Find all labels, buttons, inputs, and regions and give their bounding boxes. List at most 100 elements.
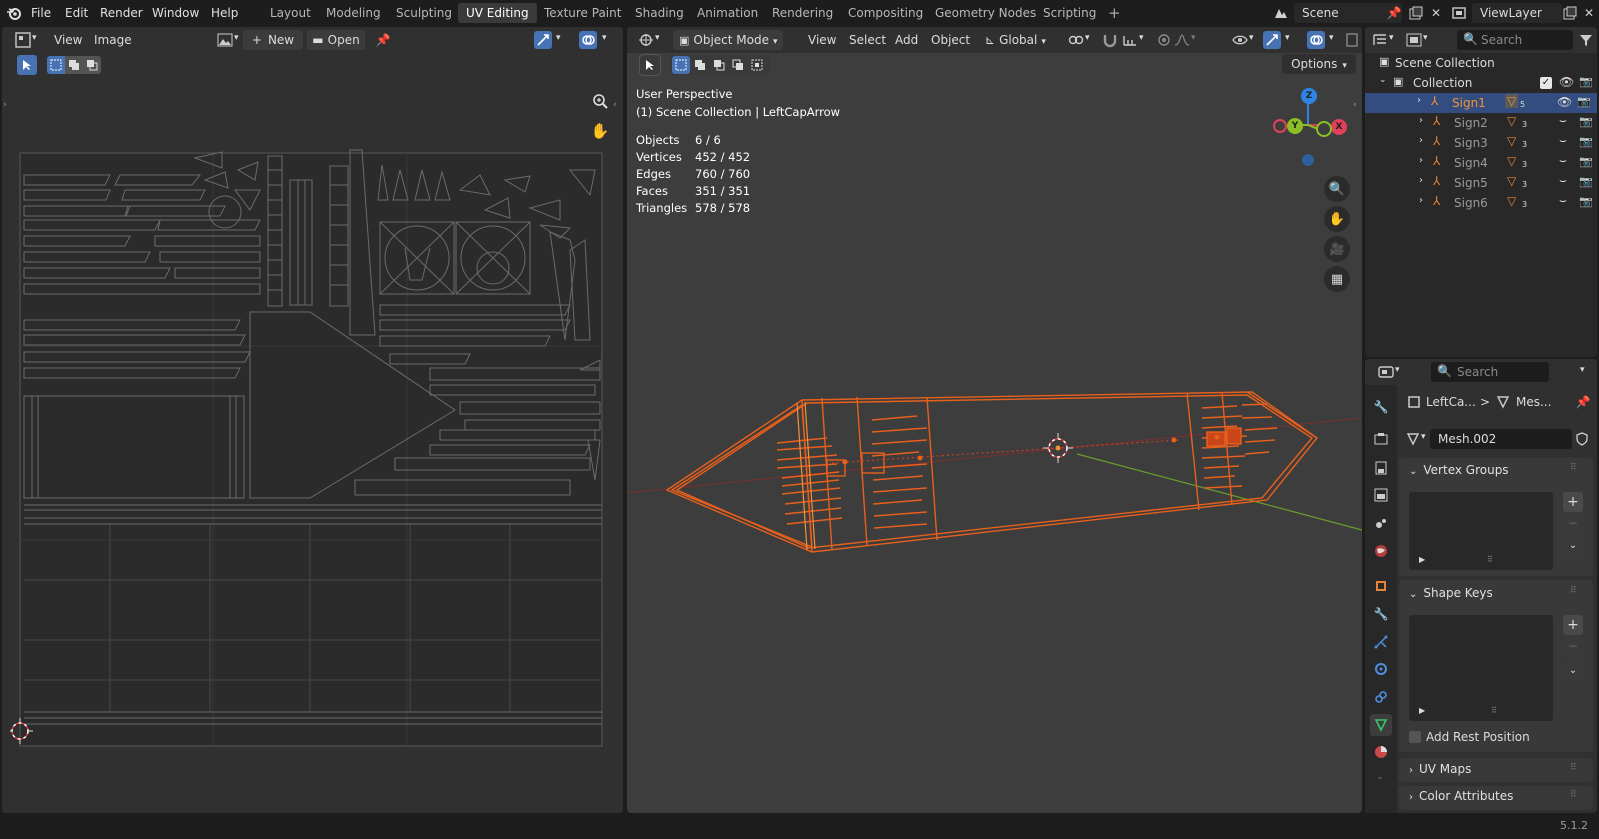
image-browse-dropdown-icon[interactable]: ▾: [234, 33, 239, 43]
properties-options-dropdown-icon[interactable]: ▾: [1580, 365, 1585, 375]
output-tab-icon[interactable]: [1372, 459, 1390, 477]
add-shape-key-button[interactable]: +: [1563, 615, 1583, 635]
menu-window[interactable]: Window: [152, 4, 199, 22]
object-hidden-icon[interactable]: ⌣: [1559, 193, 1567, 208]
visibility-icon[interactable]: [1231, 31, 1249, 49]
tab-scripting[interactable]: Scripting: [1035, 3, 1104, 23]
viewport-overlay-dropdown-icon[interactable]: ▾: [1329, 33, 1334, 43]
tab-uv-editing[interactable]: UV Editing: [458, 3, 537, 23]
select-mode-subtract-icon[interactable]: [83, 56, 101, 74]
viewport-select-tool-icon[interactable]: [639, 54, 661, 76]
delete-viewlayer-icon[interactable]: ✕: [1580, 4, 1598, 22]
outliner-editor-type-icon[interactable]: [1371, 31, 1389, 49]
uv-sync-selection-icon[interactable]: [534, 31, 552, 49]
outliner-editor-dropdown-icon[interactable]: ▾: [1389, 33, 1394, 43]
new-image-button[interactable]: + New: [243, 30, 303, 50]
breadcrumb-mesh-name[interactable]: Mes...: [1516, 395, 1551, 409]
object-hidden-icon[interactable]: ⌣: [1559, 133, 1567, 148]
gizmo-z-axis[interactable]: Z: [1301, 88, 1317, 104]
object-camera-icon[interactable]: 📷: [1579, 115, 1593, 128]
object-hidden-icon[interactable]: ⌣: [1559, 173, 1567, 188]
collection-eye-icon[interactable]: 👁: [1559, 75, 1574, 89]
viewport-editor-type-icon[interactable]: [637, 31, 655, 49]
object-expand-icon[interactable]: ›: [1419, 115, 1423, 126]
snap-icon[interactable]: [1101, 31, 1119, 49]
tab-animation[interactable]: Animation: [689, 3, 766, 23]
outliner-scene-collection-row[interactable]: ▣ Scene Collection: [1367, 53, 1599, 73]
open-image-button[interactable]: ▬ Open: [307, 30, 365, 50]
viewlayer-icon[interactable]: [1450, 4, 1468, 22]
outliner-collection-row[interactable]: ⌄ ▣ Collection ✓ 👁 📷: [1367, 73, 1599, 93]
outliner-object-row[interactable]: › ⅄ Sign3 ▽ 3 ⌣ 📷: [1367, 133, 1599, 153]
tab-geometry-nodes[interactable]: Geometry Nodes: [927, 3, 1044, 23]
uv-maps-drag-handle-icon[interactable]: ⠿: [1570, 763, 1577, 773]
editor-type-icon[interactable]: [14, 31, 32, 49]
object-expand-icon[interactable]: ›: [1419, 155, 1423, 166]
gizmo-y-axis[interactable]: Y: [1287, 118, 1303, 134]
collection-camera-icon[interactable]: 📷: [1579, 75, 1593, 88]
world-tab-icon[interactable]: [1372, 542, 1390, 560]
object-camera-icon[interactable]: 📷: [1579, 155, 1593, 168]
object-expand-icon[interactable]: ›: [1419, 135, 1423, 146]
viewport-menu-object[interactable]: Object: [931, 33, 970, 47]
uv-zoom-icon[interactable]: [591, 92, 609, 110]
new-scene-icon[interactable]: [1407, 4, 1425, 22]
display-mode-dropdown-icon[interactable]: ▾: [1423, 33, 1428, 43]
select-mode-extend-icon[interactable]: [65, 56, 83, 74]
vertex-groups-drag-handle-icon[interactable]: ⠿: [1570, 463, 1577, 473]
select-tool-icon[interactable]: [17, 55, 37, 75]
overlay-dropdown-icon[interactable]: ▾: [602, 33, 607, 43]
tab-sculpting[interactable]: Sculpting: [388, 3, 460, 23]
snap-target-icon[interactable]: [1121, 31, 1139, 49]
outliner-object-row[interactable]: › ⅄ Sign4 ▽ 3 ⌣ 📷: [1367, 153, 1599, 173]
fake-user-shield-icon[interactable]: [1573, 430, 1591, 448]
uv-layout-canvas[interactable]: [10, 140, 610, 760]
tool-tab-icon[interactable]: 🔧: [1372, 398, 1390, 416]
viewlayer-selector[interactable]: ViewLayer: [1472, 3, 1562, 23]
pin-image-icon[interactable]: 📌: [374, 31, 392, 49]
editor-type-dropdown-icon[interactable]: ▾: [32, 33, 37, 43]
properties-tabs-scroll-icon[interactable]: ⌄: [1376, 772, 1384, 782]
outliner-object-row[interactable]: › ⅄ Sign1 ▽ 5 👁 📷: [1365, 93, 1597, 113]
proportional-edit-icon[interactable]: [1155, 31, 1173, 49]
viewport-pan-button[interactable]: ✋: [1324, 206, 1350, 232]
properties-editor-dropdown-icon[interactable]: ▾: [1395, 365, 1400, 375]
visibility-dropdown-icon[interactable]: ▾: [1249, 33, 1254, 43]
viewport-menu-add[interactable]: Add: [895, 33, 918, 47]
uv-menu-image[interactable]: Image: [94, 33, 132, 47]
gizmo-toggle-icon[interactable]: [1263, 31, 1281, 49]
object-camera-icon[interactable]: 📷: [1579, 135, 1593, 148]
object-expand-icon[interactable]: ›: [1417, 95, 1421, 106]
menu-file[interactable]: File: [31, 4, 51, 22]
vertex-groups-header[interactable]: ⌄ Vertex Groups: [1401, 463, 1591, 483]
object-hidden-icon[interactable]: ⌣: [1559, 153, 1567, 168]
gizmo-x-axis[interactable]: X: [1331, 119, 1347, 135]
viewport-select-intersect-icon[interactable]: [748, 56, 766, 74]
add-vertex-group-button[interactable]: +: [1563, 492, 1583, 512]
shape-keys-drag-handle-icon[interactable]: ⠿: [1570, 586, 1577, 596]
falloff-icon[interactable]: [1173, 31, 1191, 49]
tab-modeling[interactable]: Modeling: [318, 3, 389, 23]
menu-render[interactable]: Render: [100, 4, 143, 22]
shape-keys-list-expand-icon[interactable]: ▶: [1419, 706, 1425, 715]
color-attributes-drag-handle-icon[interactable]: ⠿: [1570, 790, 1577, 800]
falloff-dropdown-icon[interactable]: ▾: [1191, 33, 1196, 43]
shape-keys-specials-button[interactable]: ⌄: [1563, 661, 1583, 681]
mode-selector[interactable]: ▣ Object Mode ▾: [673, 30, 783, 50]
add-rest-position-checkbox[interactable]: [1409, 731, 1421, 743]
mesh-name-field[interactable]: Mesh.002: [1430, 429, 1572, 449]
outliner-object-row[interactable]: › ⅄ Sign5 ▽ 3 ⌣ 📷: [1367, 173, 1599, 193]
object-expand-icon[interactable]: ›: [1419, 175, 1423, 186]
xray-icon[interactable]: [1343, 31, 1361, 49]
vertex-groups-list[interactable]: [1409, 492, 1553, 570]
data-tab-icon[interactable]: [1370, 714, 1392, 736]
display-mode-icon[interactable]: [1405, 31, 1423, 49]
shape-keys-list[interactable]: [1409, 615, 1553, 721]
collection-expand-icon[interactable]: ⌄: [1379, 75, 1387, 85]
physics-tab-icon[interactable]: [1372, 660, 1390, 678]
viewport-zoom-button[interactable]: 🔍: [1324, 176, 1350, 202]
object-camera-icon[interactable]: 📷: [1577, 95, 1591, 108]
snap-dropdown-icon[interactable]: ▾: [1139, 33, 1144, 43]
add-workspace-button[interactable]: +: [1108, 4, 1121, 22]
object-tab-icon[interactable]: [1372, 577, 1390, 595]
